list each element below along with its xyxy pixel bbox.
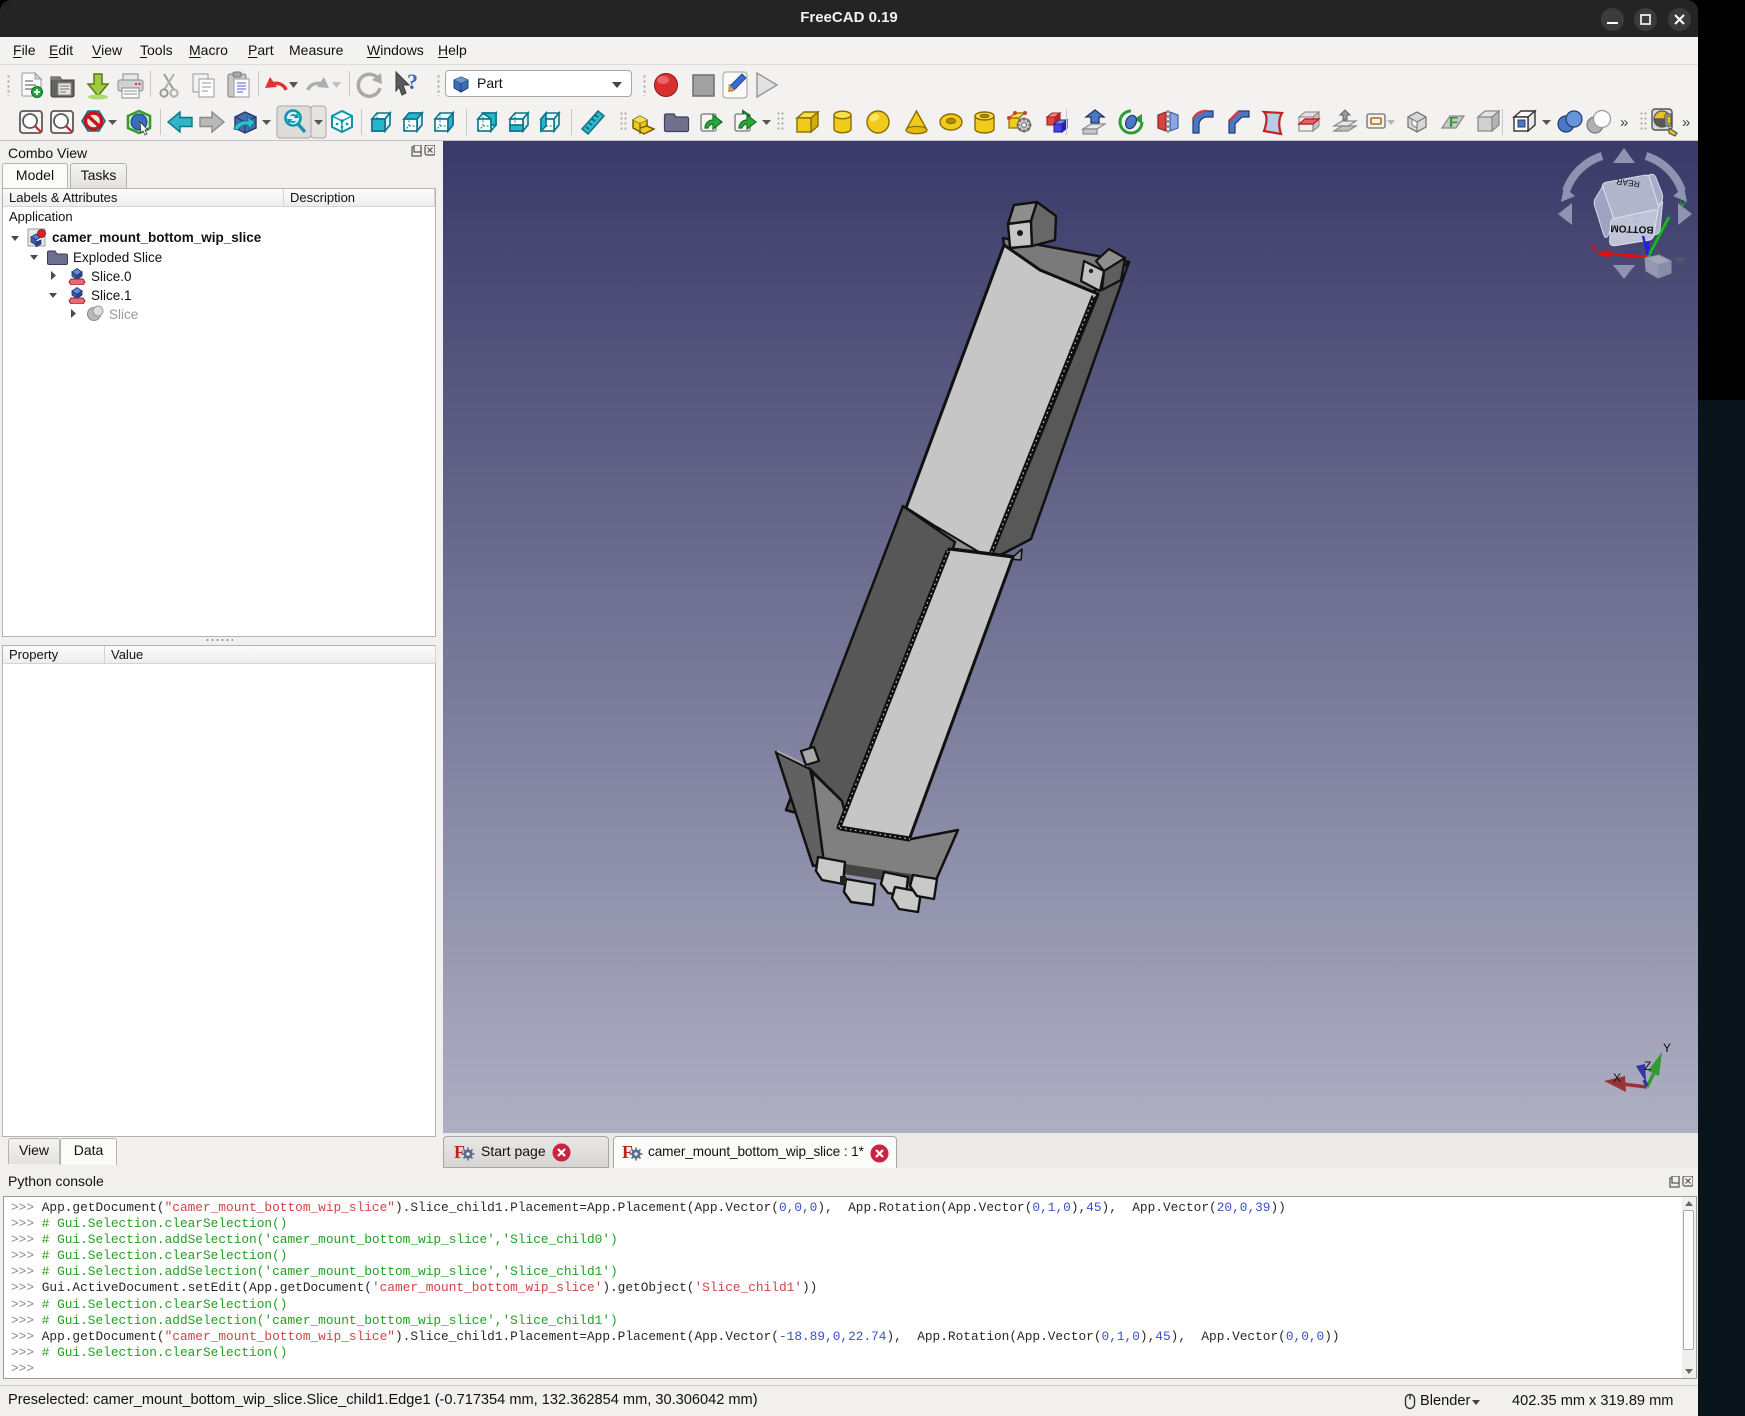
svg-text:camer_mount_bottom_wip_slice: camer_mount_bottom_wip_slice: [52, 230, 262, 245]
svg-text:Exploded Slice: Exploded Slice: [73, 250, 162, 265]
svg-text:Z: Z: [1633, 214, 1639, 225]
svg-text:F: F: [454, 1142, 465, 1162]
svg-text:Slice.0: Slice.0: [91, 269, 132, 284]
svg-text:Slice.1: Slice.1: [91, 288, 132, 303]
svg-text:F: F: [1449, 114, 1458, 131]
svg-text:»: »: [1682, 114, 1690, 131]
svg-text:Y: Y: [1663, 1041, 1671, 1055]
svg-text:»: »: [1620, 114, 1628, 131]
svg-text:Y: Y: [1679, 200, 1687, 212]
svg-text:?: ?: [407, 70, 418, 94]
svg-text:X: X: [1590, 242, 1598, 254]
svg-text:F: F: [622, 1142, 633, 1162]
svg-text:Z: Z: [1644, 1059, 1651, 1073]
svg-text:Slice: Slice: [109, 307, 138, 322]
svg-text:X: X: [1613, 1071, 1621, 1085]
